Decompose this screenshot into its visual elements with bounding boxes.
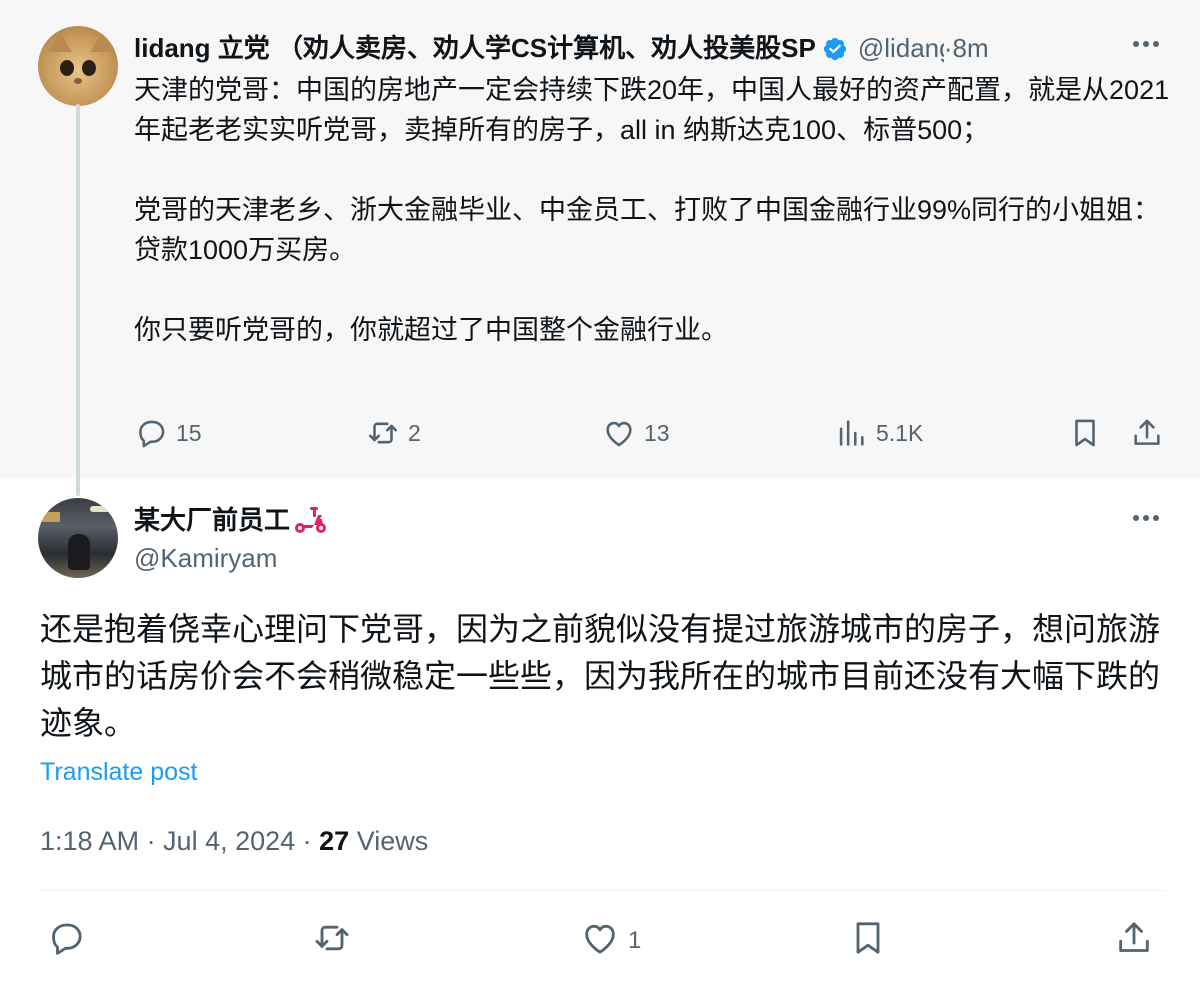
reply-action-bar: 1 xyxy=(40,914,1170,968)
post-metadata: 1:18 AM · Jul 4, 2024 · 27 Views xyxy=(40,822,428,860)
bookmark-button[interactable] xyxy=(1068,410,1102,456)
reply-button[interactable]: 15 xyxy=(134,410,202,456)
avatar[interactable] xyxy=(38,26,118,106)
paragraph: 党哥的天津老乡、浙大金融毕业、中金员工、打败了中国金融行业99%同行的小姐姐：贷… xyxy=(134,195,1161,265)
reply-count: 15 xyxy=(176,419,202,446)
timestamp[interactable]: 1:18 AM · Jul 4, 2024 · xyxy=(40,826,319,856)
share-button[interactable] xyxy=(1114,914,1154,968)
views-label: Views xyxy=(349,826,429,856)
paragraph: 天津的党哥：中国的房地产一定会持续下跌20年，中国人最好的资产配置，就是从202… xyxy=(134,75,1170,145)
thread-connector-line xyxy=(76,104,80,496)
views-count: 5.1K xyxy=(876,419,924,446)
translate-post-link[interactable]: Translate post xyxy=(40,754,197,790)
repost-icon xyxy=(312,918,352,965)
reply-button[interactable] xyxy=(46,914,86,968)
verified-badge-icon xyxy=(822,35,848,66)
like-count: 13 xyxy=(644,419,670,446)
more-icon[interactable] xyxy=(1126,506,1166,530)
bookmark-icon xyxy=(1068,416,1102,450)
parent-tweet[interactable]: lidang 立党 （劝人卖房、劝人学CS计算机、劝人投美股SP @lidangz… xyxy=(0,0,1200,478)
reply-icon xyxy=(46,918,86,965)
like-button[interactable]: 13 xyxy=(602,410,670,456)
repost-count: 2 xyxy=(408,419,421,446)
share-icon xyxy=(1130,416,1164,450)
parent-action-bar: 15 2 13 5.1K xyxy=(134,410,1174,456)
author-name[interactable]: 某大厂前员工 xyxy=(134,505,290,535)
author-name-row: 某大厂前员工 xyxy=(134,502,328,544)
share-button[interactable] xyxy=(1130,410,1164,456)
parent-tweet-text: 天津的党哥：中国的房地产一定会持续下跌20年，中国人最好的资产配置，就是从202… xyxy=(134,70,1174,350)
bookmark-icon xyxy=(848,918,888,965)
more-icon[interactable] xyxy=(1126,32,1166,56)
parent-tweet-header: lidang 立党 （劝人卖房、劝人学CS计算机、劝人投美股SP @lidangz… xyxy=(134,30,1194,66)
share-icon xyxy=(1114,918,1154,965)
avatar[interactable] xyxy=(38,498,118,578)
like-button[interactable]: 1 xyxy=(580,914,641,968)
author-name[interactable]: lidang 立党 （劝人卖房、劝人学CS计算机、劝人投美股SP xyxy=(134,33,816,63)
bookmark-button[interactable] xyxy=(848,914,888,968)
views-count: 27 xyxy=(319,826,350,856)
post-time[interactable]: 8m xyxy=(952,33,988,63)
repost-icon xyxy=(366,416,400,450)
reply-tweet-text: 还是抱着侥幸心理问下党哥，因为之前貌似没有提过旅游城市的房子，想问旅游城市的话房… xyxy=(40,611,1161,741)
views-icon xyxy=(834,416,868,450)
repost-button[interactable]: 2 xyxy=(366,410,421,456)
divider xyxy=(40,890,1165,891)
author-handle[interactable]: @Kamiryam xyxy=(134,540,277,576)
repost-button[interactable] xyxy=(312,914,352,968)
scooter-emoji-icon xyxy=(292,503,328,544)
reply-icon xyxy=(134,416,168,450)
like-count: 1 xyxy=(628,927,642,954)
paragraph: 你只要听党哥的，你就超过了中国整个金融行业。 xyxy=(134,315,728,345)
like-icon xyxy=(580,918,620,965)
views-button[interactable]: 5.1K xyxy=(834,410,923,456)
like-icon xyxy=(602,416,636,450)
author-handle[interactable]: @lidangzzz xyxy=(858,30,944,66)
